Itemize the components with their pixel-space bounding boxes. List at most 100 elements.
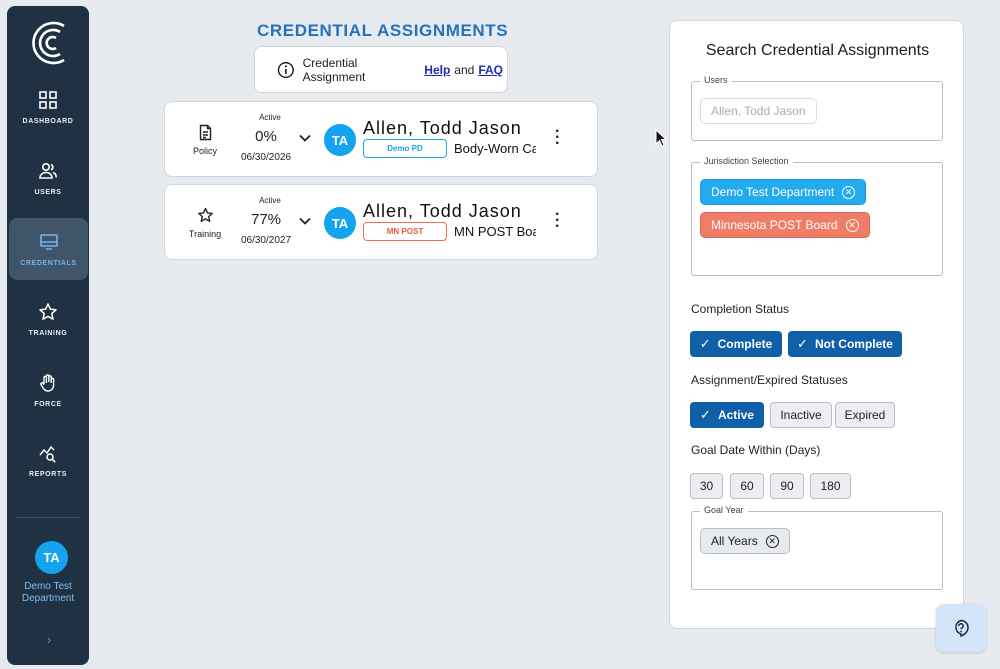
assignment-percent: 77% [250,211,282,228]
assignment-status: Active [259,113,281,122]
jurisdiction-field[interactable]: Jurisdiction Selection Demo Test Departm… [691,156,943,276]
remove-chip-icon[interactable]: ✕ [842,185,856,199]
sidebar-item-label: DASHBOARD [22,117,74,125]
assignment-type-label: Policy [192,146,217,156]
assignment-status-label: Assignment/Expired Statuses [691,373,848,387]
goal-year-chip[interactable]: All Years ✕ [700,528,790,554]
goal-year-chip-label: All Years [711,534,758,548]
sidebar-item-dashboard[interactable]: DASHBOARD [7,76,89,138]
help-link[interactable]: Help [424,63,450,77]
department-tag: MN POST [363,222,447,241]
assignment-date: 06/30/2027 [240,235,292,246]
department-tag: Demo PD [363,139,447,158]
user-chip[interactable]: Allen, Todd Jason [700,98,817,124]
hand-icon [40,373,55,392]
assignment-card[interactable]: Training Active 77% 06/30/2027 TA Allen,… [164,184,598,260]
page-title: CREDENTIAL ASSIGNMENTS [257,21,509,40]
help-button[interactable] [936,604,986,652]
sidebar-item-label: FORCE [34,400,62,408]
dashboard-icon [39,90,57,109]
expand-sidebar-chevron-icon[interactable]: › [47,632,51,647]
goal-year-legend: Goal Year [700,505,748,515]
sidebar-divider [15,517,81,518]
goal-60-toggle[interactable]: 60 [730,473,764,499]
jurisdiction-chip[interactable]: Minnesota POST Board ✕ [700,212,870,238]
goal-year-field[interactable]: Goal Year All Years ✕ [691,505,943,590]
expand-chevron-down-icon[interactable] [299,213,311,228]
user-chip-label: Allen, Todd Jason [711,104,806,118]
check-icon: ✓ [797,336,808,351]
more-options-icon[interactable]: · · · [555,124,560,152]
user-department: Demo Test Department [21,581,75,604]
completion-status-label: Completion Status [691,302,790,316]
assignment-status: Active [259,196,281,205]
user-name: Allen, Todd Jason [363,118,522,138]
assignment-percent: 0% [255,128,277,145]
info-and-text: and [454,62,475,77]
credentials-icon [39,233,58,250]
jurisdiction-chip-label: Demo Test Department [711,185,835,199]
expand-chevron-down-icon[interactable] [299,130,311,145]
goal-180-label: 180 [820,479,841,493]
info-text: Credential Assignment [302,55,366,84]
users-legend: Users [700,75,732,85]
user-avatar: TA [324,124,356,156]
sidebar-item-label: TRAINING [28,329,68,337]
sidebar-item-credentials[interactable]: CREDENTIALS [9,218,88,280]
search-panel-title: Search Credential Assignments [705,42,930,59]
users-field[interactable]: Users Allen, Todd Jason [691,75,943,141]
not-complete-toggle[interactable]: ✓ Not Complete [788,331,902,357]
assignment-type-label: Training [188,229,222,239]
remove-chip-icon[interactable]: ✕ [845,218,859,232]
assignment-card[interactable]: Policy Active 0% 06/30/2026 TA Allen, To… [164,101,598,177]
active-toggle[interactable]: ✓ Active [690,402,764,428]
assignment-type: Training [187,207,223,239]
faq-link[interactable]: FAQ [478,63,503,77]
complete-toggle-label: Complete [717,337,773,351]
goal-30-toggle[interactable]: 30 [690,473,723,499]
active-toggle-label: Active [717,408,754,422]
help-question-icon [955,619,969,637]
document-icon [199,124,211,141]
sidebar-item-reports[interactable]: REPORTS [7,429,89,491]
goal-date-label: Goal Date Within (Days) [691,443,821,457]
users-icon [39,162,57,179]
sidebar: DASHBOARD USERS CREDENTIALS TRAINING FOR… [7,6,89,665]
sidebar-item-label: REPORTS [28,470,68,478]
app-logo-icon[interactable] [26,16,70,70]
goal-60-label: 60 [740,479,754,493]
complete-toggle[interactable]: ✓ Complete [690,331,782,357]
remove-chip-icon[interactable]: ✕ [765,534,779,548]
sidebar-item-label: USERS [34,188,62,196]
sidebar-item-label: CREDENTIALS [20,259,77,267]
mouse-cursor-icon [655,129,667,147]
jurisdiction-chip[interactable]: Demo Test Department ✕ [700,179,867,205]
star-icon [197,207,213,222]
sidebar-item-force[interactable]: FORCE [7,359,89,421]
info-icon [277,61,294,78]
jurisdiction-chip-label: Minnesota POST Board [711,218,838,232]
star-icon [39,302,57,320]
user-avatar: TA [324,207,356,239]
inactive-toggle-label: Inactive [780,408,822,422]
assignment-type: Policy [187,124,223,156]
sidebar-item-users[interactable]: USERS [7,147,89,209]
user-name: Allen, Todd Jason [363,201,522,221]
reports-icon [39,445,56,463]
expired-toggle[interactable]: Expired [835,402,895,428]
more-options-icon[interactable]: · · · [555,207,560,235]
goal-90-label: 90 [780,479,794,493]
expired-toggle-label: Expired [844,408,886,422]
sidebar-item-training[interactable]: TRAINING [7,288,89,350]
user-avatar[interactable]: TA [35,541,68,574]
inactive-toggle[interactable]: Inactive [770,402,832,428]
goal-180-toggle[interactable]: 180 [810,473,851,499]
goal-90-toggle[interactable]: 90 [770,473,804,499]
check-icon: ✓ [700,407,711,422]
goal-30-label: 30 [699,479,714,493]
jurisdiction-legend: Jurisdiction Selection [700,156,793,166]
assignment-date: 06/30/2026 [240,152,292,163]
check-icon: ✓ [699,336,711,351]
search-panel: Search Credential Assignments Users Alle… [669,20,964,629]
not-complete-toggle-label: Not Complete [814,337,893,351]
